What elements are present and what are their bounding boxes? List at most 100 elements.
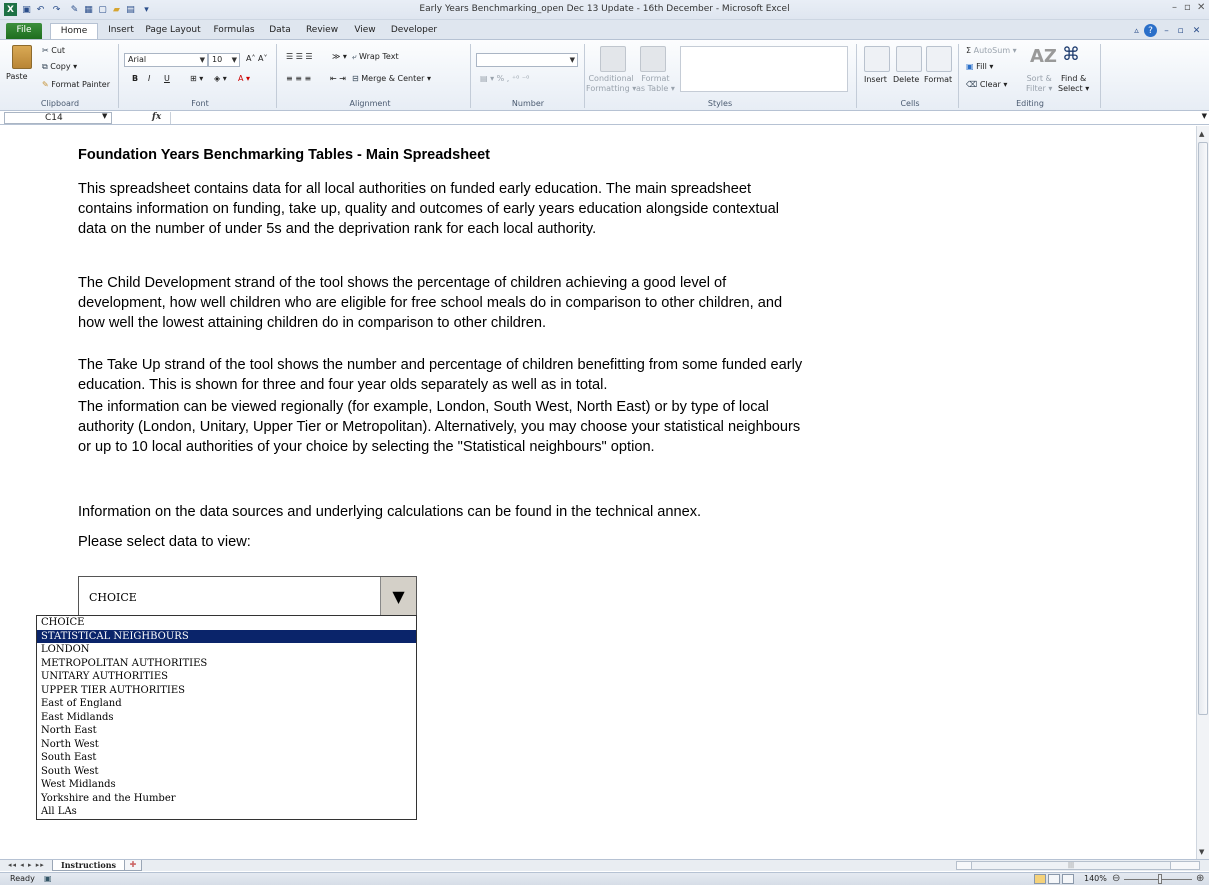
insert-sheet-icon[interactable]: ✚ [124, 860, 142, 871]
fill-color-button[interactable]: ◈ ▾ [214, 74, 227, 83]
align-left-button[interactable]: ≡ ≡ ≡ [286, 74, 311, 83]
tab-data[interactable]: Data [265, 23, 295, 39]
data-choice-combo[interactable]: CHOICE ▼ [78, 576, 417, 616]
find-select-button[interactable]: Find & Select ▾ [1058, 74, 1089, 94]
sheet-nav-arrows-icon[interactable]: ◂◂ ◂ ▸ ▸▸ [8, 861, 45, 869]
separator [118, 44, 119, 108]
minimize-window-button[interactable]: – [1172, 2, 1177, 13]
underline-button[interactable]: U [164, 74, 170, 83]
list-item[interactable]: East of England [37, 697, 416, 711]
sort-filter-icon[interactable]: AZ [1030, 46, 1057, 67]
list-item[interactable]: South East [37, 751, 416, 765]
accounting-format-button[interactable]: ▤ ▾ % , ⁺⁰ ⁻⁰ [480, 74, 529, 83]
binoculars-icon[interactable]: ⌘ [1062, 44, 1080, 65]
merge-center-button[interactable]: ⊟ Merge & Center ▾ [352, 74, 431, 83]
font-color-button[interactable]: A ▾ [238, 74, 250, 83]
worksheet[interactable]: Foundation Years Benchmarking Tables - M… [0, 126, 1196, 859]
copy-button[interactable]: ⧉ Copy ▾ [42, 62, 77, 72]
tab-page-layout[interactable]: Page Layout [143, 23, 203, 39]
format-cells-icon[interactable] [926, 46, 952, 72]
name-box[interactable]: C14 [4, 112, 112, 124]
list-item[interactable]: East Midlands [37, 711, 416, 725]
data-choice-dropdown-button[interactable]: ▼ [380, 577, 416, 615]
format-cells-button[interactable]: Format [924, 75, 952, 84]
vertical-scrollbar[interactable]: ▲ ▼ [1196, 126, 1209, 859]
list-item-selected[interactable]: STATISTICAL NEIGHBOURS [37, 629, 416, 643]
top-align-button[interactable]: ☰ ☰ ☰ [286, 52, 313, 61]
insert-cells-icon[interactable] [864, 46, 890, 72]
workbook-minimize-icon[interactable]: – [1160, 24, 1173, 37]
paste-icon[interactable] [12, 45, 32, 69]
borders-button[interactable]: ⊞ ▾ [190, 74, 203, 83]
wrap-text-button[interactable]: ⤶ Wrap Text [352, 52, 399, 62]
zoom-level[interactable]: 140% [1084, 874, 1107, 883]
list-item[interactable]: LONDON [37, 643, 416, 657]
sort-filter-button[interactable]: Sort & Filter ▾ [1026, 74, 1052, 94]
list-item[interactable]: All LAs [37, 805, 416, 819]
format-painter-button[interactable]: ✎ Format Painter [42, 80, 110, 89]
tab-formulas[interactable]: Formulas [210, 23, 258, 39]
sheet-tab-instructions[interactable]: Instructions [52, 860, 126, 871]
conditional-formatting-button[interactable]: Conditional Formatting ▾ [586, 74, 636, 94]
insert-function-icon[interactable]: fx [152, 112, 161, 122]
italic-button[interactable]: I [148, 74, 150, 83]
expand-formula-bar-icon[interactable]: ▼ [1202, 112, 1207, 120]
close-window-button[interactable]: ✕ [1197, 2, 1205, 13]
delete-cells-button[interactable]: Delete [893, 75, 919, 84]
list-item[interactable]: CHOICE [37, 616, 416, 630]
zoom-slider-thumb[interactable] [1158, 874, 1162, 884]
indent-button[interactable]: ⇤ ⇥ [330, 74, 346, 83]
workbook-close-icon[interactable]: ✕ [1190, 24, 1203, 37]
tab-insert[interactable]: Insert [104, 23, 138, 39]
format-as-table-button[interactable]: Format as Table ▾ [636, 74, 675, 94]
zoom-out-icon[interactable]: ⊖ [1112, 873, 1120, 884]
format-as-table-icon[interactable] [640, 46, 666, 72]
conditional-formatting-icon[interactable] [600, 46, 626, 72]
bold-button[interactable]: B [132, 74, 138, 83]
clear-button[interactable]: ⌫ Clear ▾ [966, 80, 1007, 89]
font-size-combo[interactable]: 10 ▼ [208, 53, 240, 67]
page-break-view-button[interactable] [1062, 874, 1074, 884]
horizontal-scroll-thumb[interactable]: ||| [971, 862, 1171, 869]
list-item[interactable]: North East [37, 724, 416, 738]
list-item[interactable]: UPPER TIER AUTHORITIES [37, 684, 416, 698]
cell-styles-gallery[interactable] [680, 46, 848, 92]
list-item[interactable]: West Midlands [37, 778, 416, 792]
list-item[interactable]: North West [37, 738, 416, 752]
scroll-down-icon[interactable]: ▼ [1199, 848, 1204, 856]
tab-file[interactable]: File [6, 23, 42, 39]
restore-window-button[interactable]: ▫ [1184, 2, 1191, 13]
formula-input[interactable] [170, 112, 1199, 124]
name-box-dropdown-icon[interactable]: ▼ [102, 112, 107, 120]
autosum-button[interactable]: Σ AutoSum ▾ [966, 46, 1017, 55]
font-name-combo[interactable]: Arial ▼ [124, 53, 208, 67]
tab-developer[interactable]: Developer [388, 23, 440, 39]
cut-button[interactable]: ✂ Cut [42, 46, 65, 55]
tab-review[interactable]: Review [302, 23, 342, 39]
page-layout-view-button[interactable] [1048, 874, 1060, 884]
horizontal-scrollbar[interactable]: ||| [956, 861, 1200, 870]
list-item[interactable]: UNITARY AUTHORITIES [37, 670, 416, 684]
delete-cells-icon[interactable] [896, 46, 922, 72]
record-macro-icon[interactable]: ▣ [44, 874, 52, 883]
minimize-ribbon-icon[interactable]: ▵ [1130, 24, 1143, 37]
zoom-in-icon[interactable]: ⊕ [1196, 873, 1204, 884]
scroll-up-icon[interactable]: ▲ [1199, 130, 1204, 138]
normal-view-button[interactable] [1034, 874, 1046, 884]
list-item[interactable]: Yorkshire and the Humber [37, 792, 416, 806]
fill-button[interactable]: ▣ Fill ▾ [966, 62, 993, 71]
paste-button[interactable]: Paste [6, 72, 28, 81]
grow-font-button[interactable]: A˄ A˅ [246, 54, 268, 63]
tab-view[interactable]: View [349, 23, 381, 39]
help-icon[interactable]: ? [1144, 24, 1157, 37]
list-item[interactable]: METROPOLITAN AUTHORITIES [37, 657, 416, 671]
vertical-scroll-thumb[interactable] [1198, 142, 1208, 715]
data-choice-list[interactable]: CHOICE STATISTICAL NEIGHBOURS LONDON MET… [36, 615, 417, 820]
orientation-button[interactable]: ≫ ▾ [332, 52, 347, 61]
tab-home[interactable]: Home [50, 23, 98, 39]
insert-cells-button[interactable]: Insert [864, 75, 887, 84]
number-format-combo[interactable]: ▼ [476, 53, 578, 67]
list-item[interactable]: South West [37, 765, 416, 779]
find-label: Find & [1061, 74, 1087, 83]
workbook-restore-icon[interactable]: ▫ [1174, 24, 1187, 37]
